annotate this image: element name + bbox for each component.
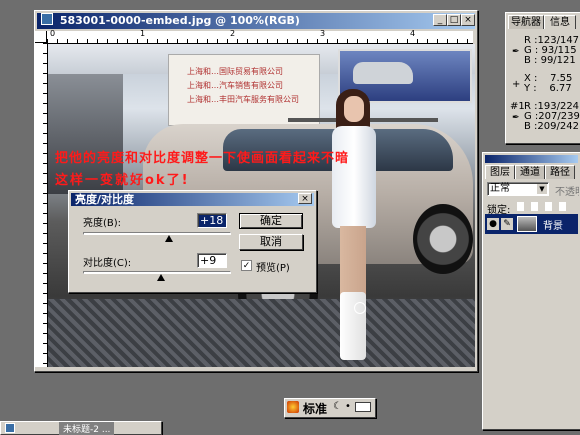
model-dress [332, 126, 376, 228]
sign-line-1: 上海和…国际贸易有限公司 [187, 67, 283, 76]
taskbar-doc-icon [5, 423, 15, 433]
tab-paths[interactable]: 路径 [545, 165, 575, 179]
blend-mode-value: 正常 [490, 183, 510, 194]
tab-info[interactable]: 信息 [544, 15, 576, 29]
overlay-text-line-1: 把他的亮度和对比度调整一下使画面看起来不暗 [55, 151, 350, 166]
background-car-silver [353, 62, 413, 84]
horizontal-ruler[interactable]: 0 1 2 3 4 [47, 29, 473, 44]
layers-list-area [485, 235, 578, 425]
brightness-slider-thumb[interactable] [165, 235, 173, 242]
suv-rear-wheel [413, 204, 473, 274]
tab-layers[interactable]: 图层 [485, 165, 515, 179]
tab-navigator[interactable]: 导航器 [508, 15, 544, 29]
brush-icon[interactable]: ✎ [501, 218, 513, 230]
showroom-sign-board: 上海和…国际贸易有限公司 上海和…汽车销售有限公司 上海和…丰田汽车服务有限公司 [168, 54, 320, 126]
ok-button[interactable]: 确定 [239, 213, 303, 229]
brightness-input[interactable]: +18 [197, 213, 227, 228]
contrast-slider-thumb[interactable] [157, 274, 165, 281]
panel-top-strip [485, 155, 578, 163]
close-button[interactable]: × [461, 14, 475, 26]
crosshair-icon: + [512, 79, 521, 90]
taskbar-item-label: 未标题-2 ... [59, 422, 115, 435]
layer-thumbnail [517, 216, 537, 232]
contrast-label: 对比度(C): [83, 258, 132, 269]
info-y-value: Y : 6.77 [524, 83, 572, 94]
document-icon [41, 13, 53, 25]
dialog-title: 亮度/对比度 [75, 193, 135, 206]
info-b2-value: B :209/242 [524, 121, 579, 132]
preview-label[interactable]: 预览(P) [256, 259, 290, 274]
maximize-button[interactable]: □ [447, 14, 461, 26]
layers-panel: 图层 通道 路径 正常 ▼ 不透明 锁定: ● ✎ 背景 [482, 152, 580, 430]
brightness-label: 亮度(B): [83, 218, 122, 229]
opacity-label: 不透明 [555, 187, 579, 198]
standard-mode-label[interactable]: 标准 [303, 400, 327, 417]
dot-icon[interactable]: • [345, 401, 351, 412]
tab-channels[interactable]: 通道 [515, 165, 545, 179]
ruler-label-2: 2 [230, 29, 236, 38]
info-b-value: B : 99/121 [524, 55, 576, 66]
chevron-down-icon: ▼ [537, 184, 547, 194]
cancel-button[interactable]: 取消 [239, 234, 303, 250]
dialog-title-bar[interactable]: 亮度/对比度 [71, 193, 314, 206]
taskbar-minimized-document[interactable]: 未标题-2 ... [0, 421, 162, 435]
minimize-button[interactable]: _ [433, 14, 447, 26]
sign-line-2: 上海和…汽车销售有限公司 [187, 81, 283, 90]
app-icon [287, 401, 299, 413]
ruler-corner [35, 31, 47, 43]
layer-name: 背景 [543, 221, 563, 232]
layer-row-background[interactable]: ● ✎ 背景 [485, 214, 578, 234]
ruler-zero-label: 0 [50, 29, 56, 38]
ruler-label-1: 1 [140, 29, 146, 38]
blend-mode-select[interactable]: 正常 ▼ [487, 182, 549, 196]
eyedropper-icon: ✒ [512, 47, 520, 57]
sample-eyedropper-icon: ✒ [512, 113, 520, 123]
ruler-label-4: 4 [410, 29, 416, 38]
sign-line-3: 上海和…丰田汽车服务有限公司 [187, 95, 299, 104]
sample-point-label: #1 [510, 101, 525, 112]
model-face [344, 96, 364, 122]
info-panel: 导航器 信息 ✒ R :123/147 G : 93/115 B : 99/12… [505, 12, 580, 144]
showroom-floor [48, 299, 475, 367]
crosshair-cursor [354, 302, 366, 314]
eye-icon[interactable]: ● [487, 218, 499, 230]
keyboard-icon[interactable] [355, 402, 371, 412]
brightness-contrast-dialog: 亮度/对比度 × 亮度(B): +18 对比度(C): +9 确定 取消 ✓ 预… [68, 190, 317, 293]
moon-icon[interactable]: ☾ [333, 401, 342, 412]
ruler-label-3: 3 [320, 29, 326, 38]
info-panel-tabs: 导航器 信息 [508, 15, 578, 29]
overlay-text-line-2: 这样一变就好ok了! [55, 173, 190, 188]
brightness-slider-track[interactable] [83, 232, 231, 235]
vertical-ruler[interactable] [35, 43, 48, 367]
document-title: 583001-0000-embed.jpg @ 100%(RGB) [59, 14, 300, 27]
preview-checkbox[interactable]: ✓ [241, 260, 252, 271]
dialog-close-button[interactable]: × [298, 193, 312, 204]
layers-panel-tabs: 图层 通道 路径 [485, 165, 578, 179]
lock-options[interactable] [515, 202, 573, 211]
screen-mode-widget: 标准 ☾ • [284, 398, 376, 418]
contrast-input[interactable]: +9 [197, 253, 227, 268]
document-title-bar[interactable]: 583001-0000-embed.jpg @ 100%(RGB) [37, 13, 475, 29]
